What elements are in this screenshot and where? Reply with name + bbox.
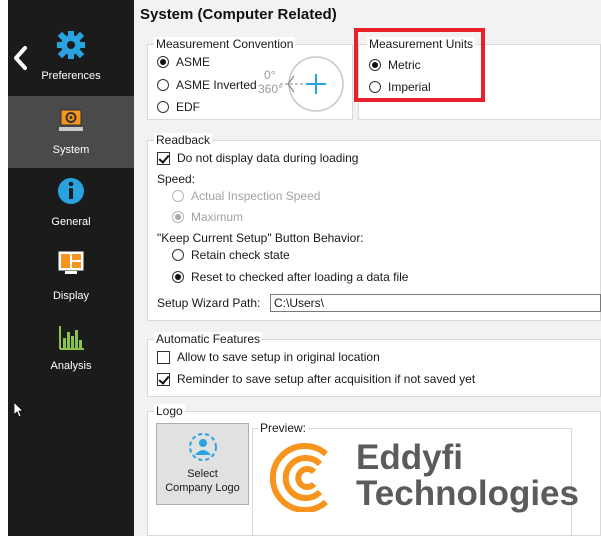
radio-button[interactable] [157, 56, 169, 68]
checkbox[interactable] [157, 151, 170, 165]
gear-icon [56, 30, 86, 60]
radio-button [172, 190, 184, 202]
diagram-label-left: 360° [258, 82, 283, 96]
company-logo-icon [268, 440, 340, 513]
checkbox-no-display-during-loading[interactable]: Do not display data during loading [157, 151, 358, 165]
sidebar-item-label: Analysis [50, 360, 92, 372]
checkbox[interactable] [157, 372, 170, 386]
radio-asme-inverted[interactable]: ASME Inverted [157, 78, 257, 92]
diagram-label-top: 0° [264, 68, 276, 82]
user-select-icon [188, 432, 218, 465]
radio-asme[interactable]: ASME [157, 55, 210, 69]
sidebar-item-label: System [52, 144, 90, 156]
company-name-line1: Eddyfi [356, 438, 463, 477]
button-label-line1: Select [187, 468, 218, 480]
speed-label: Speed: [157, 172, 196, 186]
sidebar: Preferences System General Display Analy… [8, 0, 134, 536]
radio-button [172, 211, 184, 223]
checkbox[interactable] [157, 350, 170, 364]
sidebar-item-analysis[interactable]: Analysis [8, 314, 134, 386]
button-label-line2: Company Logo [165, 482, 240, 494]
sidebar-item-label: Display [52, 290, 90, 302]
checkbox-reminder-save[interactable]: Reminder to save setup after acquisition… [157, 372, 475, 386]
radio-button[interactable] [172, 249, 184, 261]
sidebar-item-system[interactable]: System [8, 96, 134, 168]
radio-button[interactable] [157, 101, 169, 113]
sidebar-item-preferences[interactable]: Preferences [8, 22, 134, 94]
page-title: System (Computer Related) [140, 6, 337, 23]
group-title: Logo [154, 404, 185, 418]
radio-maximum: Maximum [172, 210, 243, 224]
company-name-line2: Technologies [356, 474, 579, 513]
convention-diagram: 0° 360° [258, 40, 348, 112]
highlight-box [354, 28, 485, 102]
mouse-cursor-icon [13, 401, 24, 418]
monitor-gear-icon [56, 108, 86, 138]
preview-title: Preview: [258, 421, 309, 435]
select-company-logo-button[interactable]: Select Company Logo [156, 423, 249, 505]
radio-edf[interactable]: EDF [157, 100, 200, 114]
bar-chart-icon [56, 324, 86, 354]
group-title: Automatic Features [154, 332, 263, 346]
group-title: Readback [154, 133, 213, 147]
radio-retain-check-state[interactable]: Retain check state [172, 248, 290, 262]
radio-button[interactable] [157, 79, 169, 91]
wizard-path-label: Setup Wizard Path: [157, 296, 261, 310]
radio-reset-to-checked[interactable]: Reset to checked after loading a data fi… [172, 270, 408, 284]
sidebar-item-label: General [51, 216, 91, 228]
sidebar-item-label: Preferences [41, 70, 101, 82]
sidebar-item-display[interactable]: Display [8, 242, 134, 314]
wizard-path-input[interactable]: C:\Users\ [270, 294, 601, 312]
info-icon [56, 176, 86, 206]
automatic-features-group: Automatic Features [147, 332, 601, 397]
display-layout-icon [56, 250, 86, 280]
radio-button[interactable] [172, 271, 184, 283]
keep-setup-label: "Keep Current Setup" Button Behavior: [157, 231, 364, 245]
sidebar-item-general[interactable]: General [8, 168, 134, 240]
checkbox-allow-save-original[interactable]: Allow to save setup in original location [157, 350, 380, 364]
radio-actual-inspection-speed: Actual Inspection Speed [172, 189, 320, 203]
